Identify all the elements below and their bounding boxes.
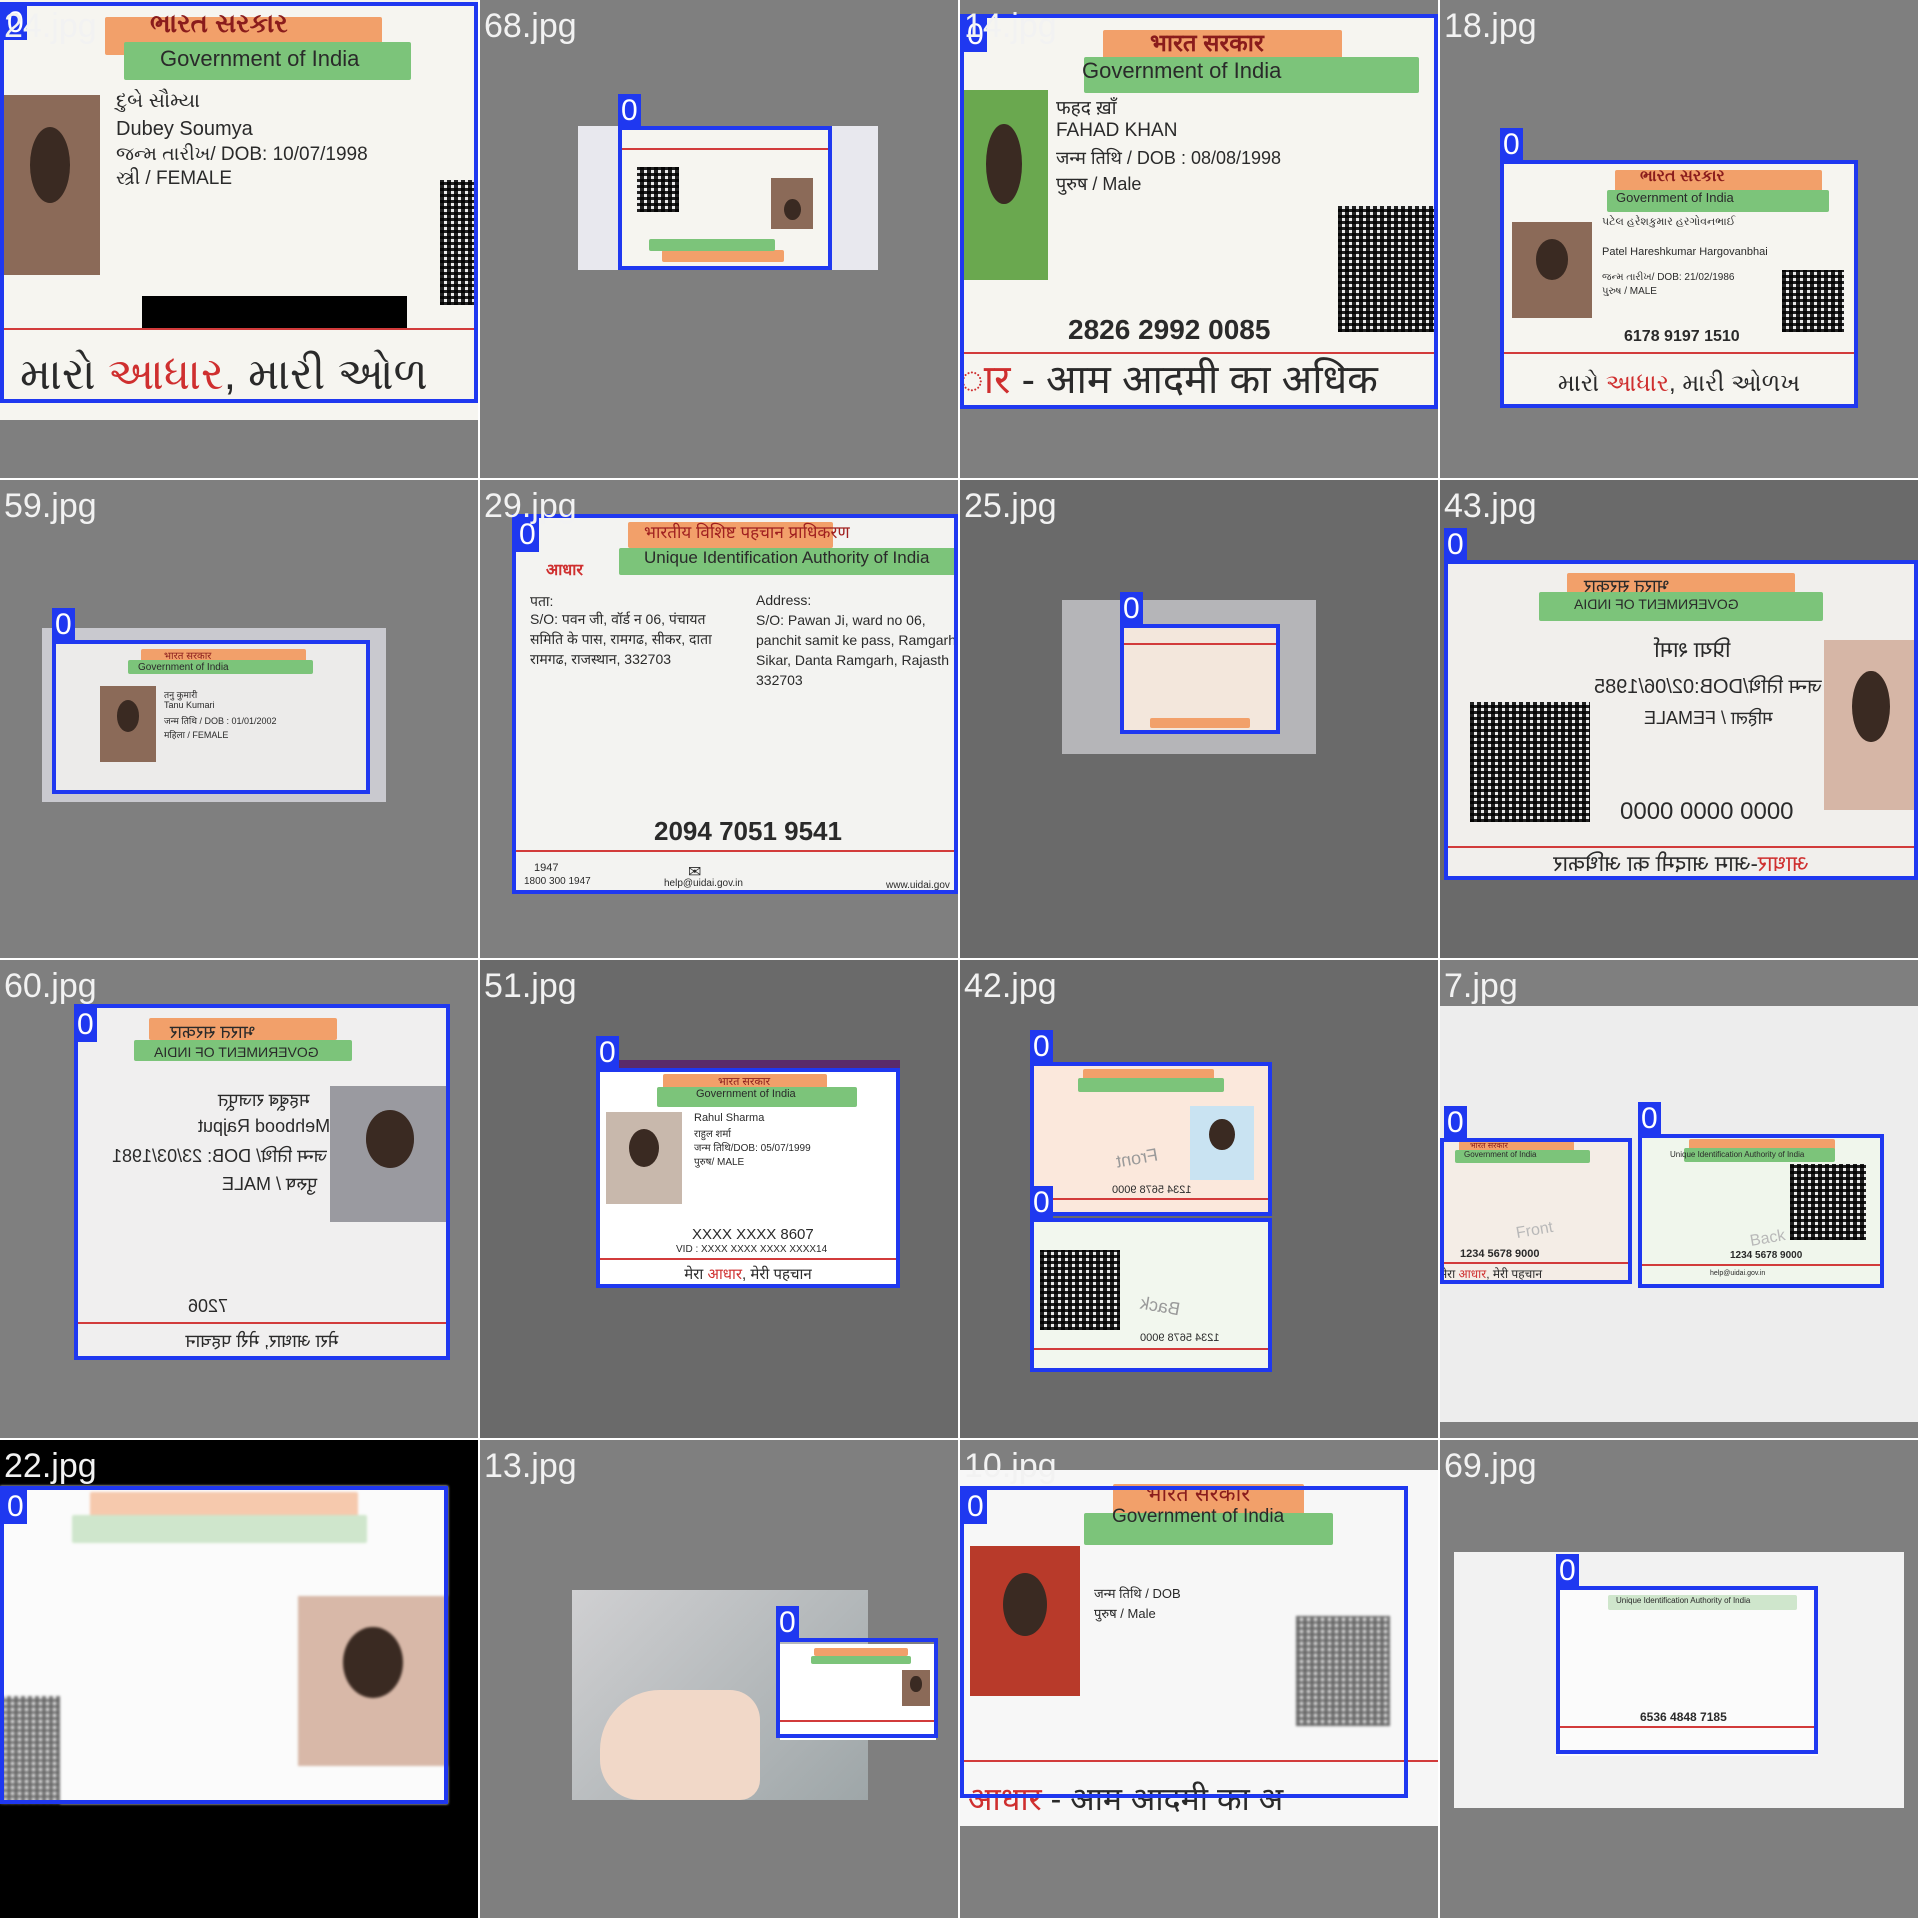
class-label: 0 bbox=[618, 94, 641, 128]
tile-43[interactable]: भारत सरकार GOVERNMENT OF INDIA प्रिया शर… bbox=[1440, 480, 1918, 958]
bounding-box: 0 bbox=[1500, 128, 1858, 408]
tile-25[interactable]: 0 25.jpg bbox=[960, 480, 1438, 958]
file-name: 42.jpg bbox=[964, 967, 1057, 1005]
hand bbox=[600, 1690, 760, 1800]
file-name: 68.jpg bbox=[484, 7, 577, 45]
bounding-box: 0 bbox=[1440, 1106, 1632, 1284]
tile-10[interactable]: भारत सरकार Government of India जन्म तिथि… bbox=[960, 1440, 1438, 1918]
bounding-box: 0 bbox=[596, 1036, 900, 1288]
class-label: 0 bbox=[1030, 1030, 1053, 1064]
file-name: 7.jpg bbox=[1444, 967, 1518, 1005]
file-name: 43.jpg bbox=[1444, 487, 1537, 525]
tile-68[interactable]: 0 68.jpg bbox=[480, 0, 958, 478]
class-label: 0 bbox=[74, 1008, 97, 1042]
class-label: 0 bbox=[1444, 528, 1467, 562]
bounding-box: 0 bbox=[52, 608, 370, 794]
class-label: 0 bbox=[776, 1606, 799, 1640]
tile-24[interactable]: ભારત સરકાર Government of India દુબે સૌમ્… bbox=[0, 0, 478, 478]
file-name: 10.jpg bbox=[964, 1447, 1057, 1485]
file-name: 22.jpg bbox=[4, 1447, 97, 1485]
bounding-box: 0 bbox=[776, 1606, 938, 1738]
file-name: 59.jpg bbox=[4, 487, 97, 525]
file-name: 14.jpg bbox=[964, 7, 1057, 45]
tile-51[interactable]: भारत सरकार Government of India Rahul Sha… bbox=[480, 960, 958, 1438]
class-label: 0 bbox=[1556, 1554, 1579, 1588]
bounding-box: 0 bbox=[1030, 1186, 1272, 1372]
tile-69[interactable]: Unique Identification Authority of India… bbox=[1440, 1440, 1918, 1918]
class-label: 0 bbox=[1030, 1186, 1053, 1220]
tile-7[interactable]: भारत सरकार Government of India Front 123… bbox=[1440, 960, 1918, 1438]
bounding-box: 0 bbox=[1556, 1554, 1818, 1754]
file-name: 13.jpg bbox=[484, 1447, 577, 1485]
tile-59[interactable]: भारत सरकार Government of India तनु कुमार… bbox=[0, 480, 478, 958]
bounding-box: 0 bbox=[1444, 528, 1918, 880]
class-label: 0 bbox=[964, 1490, 987, 1524]
tile-60[interactable]: भारत सरकार GOVERNMENT OF INDIA महबूब राज… bbox=[0, 960, 478, 1438]
class-label: 0 bbox=[4, 1490, 27, 1524]
bounding-box: 0 bbox=[960, 14, 1438, 409]
bounding-box: 0 bbox=[0, 1486, 448, 1804]
file-name: 25.jpg bbox=[964, 487, 1057, 525]
tile-29[interactable]: आधार भारतीय विशिष्ट पहचान प्राधिकरण Uniq… bbox=[480, 480, 958, 958]
file-name: 60.jpg bbox=[4, 967, 97, 1005]
file-name: 18.jpg bbox=[1444, 7, 1537, 45]
bounding-box: 0 bbox=[1638, 1102, 1884, 1288]
tile-13[interactable]: 0 13.jpg bbox=[480, 1440, 958, 1918]
file-name: 51.jpg bbox=[484, 967, 577, 1005]
bounding-box: 0 bbox=[960, 1486, 1408, 1798]
class-label: 0 bbox=[52, 608, 75, 642]
class-label: 0 bbox=[1500, 128, 1523, 162]
file-name: 24.jpg bbox=[4, 7, 97, 45]
file-name: 69.jpg bbox=[1444, 1447, 1537, 1485]
bounding-box: 0 bbox=[1120, 592, 1280, 734]
bounding-box: 0 bbox=[512, 514, 958, 894]
bounding-box: 0 bbox=[618, 94, 832, 270]
file-name: 29.jpg bbox=[484, 487, 577, 525]
class-label: 0 bbox=[1120, 592, 1143, 626]
bounding-box: 0 bbox=[74, 1004, 450, 1360]
bounding-box: 0 bbox=[1030, 1030, 1272, 1216]
class-label: 0 bbox=[1638, 1102, 1661, 1136]
tile-18[interactable]: ભારત સરકાર Government of India પટેલ હરેશ… bbox=[1440, 0, 1918, 478]
tile-42[interactable]: Front 1234 5678 9000 0 Back 1234 5678 90… bbox=[960, 960, 1438, 1438]
bounding-box: 0 bbox=[0, 2, 478, 403]
tile-14[interactable]: भारत सरकार Government of India फहद ख़ाँ … bbox=[960, 0, 1438, 478]
class-label: 0 bbox=[1444, 1106, 1467, 1140]
detection-grid: ભારત સરકાર Government of India દુબે સૌમ્… bbox=[0, 0, 1920, 1920]
tile-22[interactable]: 0 22.jpg bbox=[0, 1440, 478, 1918]
class-label: 0 bbox=[596, 1036, 619, 1070]
